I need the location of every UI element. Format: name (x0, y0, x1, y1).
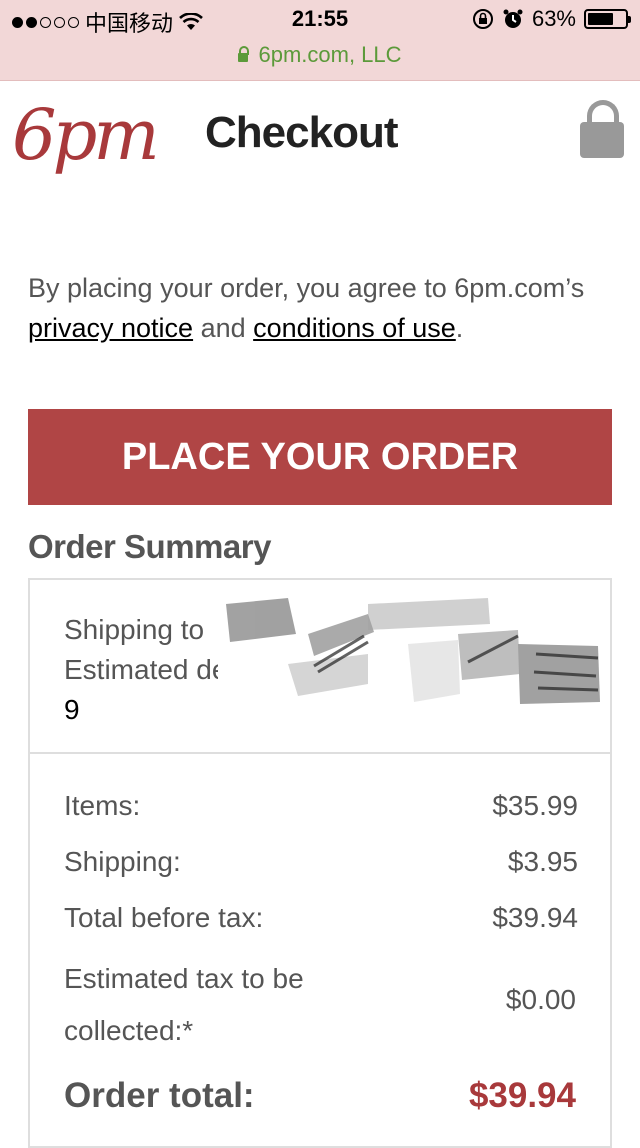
battery-percent: 63% (531, 6, 576, 31)
checkout-header: 6pm Checkout (0, 80, 640, 190)
order-total-value: $39.94 (468, 1076, 576, 1115)
order-summary-title: Order Summary (28, 528, 271, 565)
brand-logo[interactable]: 6pm (12, 90, 160, 180)
before-tax-value: $39.94 (492, 902, 578, 933)
items-label: Items: (64, 790, 141, 821)
estimated-delivery-label: Estimated de (64, 654, 228, 685)
shipping-to-label: Shipping to (64, 614, 205, 645)
secure-lock-icon (580, 100, 624, 158)
rotation-lock-icon (472, 9, 493, 29)
delivery-day: 9 (64, 694, 80, 725)
order-summary-card: Shipping to Estimated de 9 Items: $35.99… (28, 578, 612, 1148)
estimated-tax-label: Estimated tax to be collected:* (64, 963, 304, 1046)
shipping-value: $3.95 (507, 846, 578, 877)
alarm-icon (503, 9, 523, 28)
site-owner: 6pm.com, LLC (258, 42, 402, 67)
shipping-info: Shipping to Estimated de 9 (64, 610, 227, 730)
site-identity[interactable]: 6pm.com, LLC (0, 42, 640, 68)
place-order-button[interactable]: PLACE YOUR ORDER (28, 409, 612, 505)
items-value: $35.99 (492, 790, 578, 821)
page-title: Checkout (205, 108, 398, 157)
order-total-label: Order total: (64, 1076, 255, 1115)
conditions-of-use-link[interactable]: conditions of use (253, 313, 456, 343)
agreement-middle: and (193, 313, 254, 343)
battery-icon (584, 9, 631, 29)
card-divider (30, 752, 610, 754)
agreement-prefix: By placing your order, you agree to 6pm.… (28, 273, 585, 303)
agreement-suffix: . (455, 313, 464, 343)
agreement-notice: By placing your order, you agree to 6pm.… (28, 268, 618, 348)
shipping-label: Shipping: (64, 846, 181, 877)
status-bar: 中国移动 21:55 63% 6pm.com, LLC (0, 0, 640, 81)
redaction-scribble (218, 586, 606, 720)
privacy-notice-link[interactable]: privacy notice (28, 313, 193, 343)
secure-lock-icon (238, 46, 250, 62)
estimated-tax-value: $0.00 (505, 984, 576, 1015)
before-tax-label: Total before tax: (64, 902, 264, 933)
